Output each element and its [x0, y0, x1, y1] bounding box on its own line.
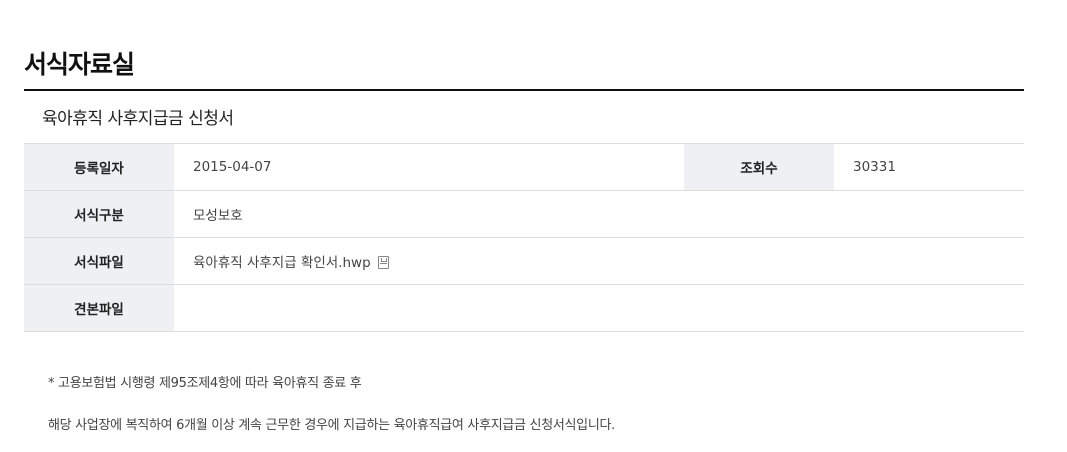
file-cell: 육아휴직 사후지급 확인서.hwp: [174, 237, 1024, 285]
note-line: * 고용보험법 시행령 제95조제4항에 따라 육아휴직 종료 후: [48, 376, 362, 391]
post-content: * 고용보험법 시행령 제95조제4항에 따라 육아휴직 종료 후 해당 사업장…: [48, 372, 615, 433]
category-value: 모성보호: [174, 190, 1024, 238]
reg-date-value: 2015-04-07: [174, 144, 684, 191]
views-value: 30331: [834, 144, 1024, 191]
views-label: 조회수: [684, 144, 834, 191]
reg-date-label: 등록일자: [24, 144, 174, 191]
save-disk-icon[interactable]: [377, 256, 389, 269]
table-row: 서식구분 모성보호: [24, 190, 1024, 238]
file-label: 서식파일: [24, 237, 174, 285]
category-label: 서식구분: [24, 190, 174, 238]
table-row: 견본파일: [24, 284, 1024, 332]
file-download-link[interactable]: 육아휴직 사후지급 확인서.hwp: [193, 255, 371, 271]
post-subject: 육아휴직 사후지급금 신청서: [24, 91, 1024, 144]
page-title: 서식자료실: [24, 49, 135, 79]
table-row: 등록일자 2015-04-07 조회수 30331: [24, 144, 1024, 191]
sample-file-label: 견본파일: [24, 284, 174, 332]
post-info-table: 등록일자 2015-04-07 조회수 30331 서식구분 모성보호 서식파일…: [24, 144, 1024, 332]
sample-file-value: [174, 284, 1024, 332]
post-detail: 육아휴직 사후지급금 신청서 등록일자 2015-04-07 조회수 30331…: [24, 89, 1024, 332]
table-row: 서식파일 육아휴직 사후지급 확인서.hwp: [24, 237, 1024, 285]
note-line: 해당 사업장에 복직하여 6개월 이상 계속 근무한 경우에 지급하는 육아휴직…: [48, 418, 615, 433]
